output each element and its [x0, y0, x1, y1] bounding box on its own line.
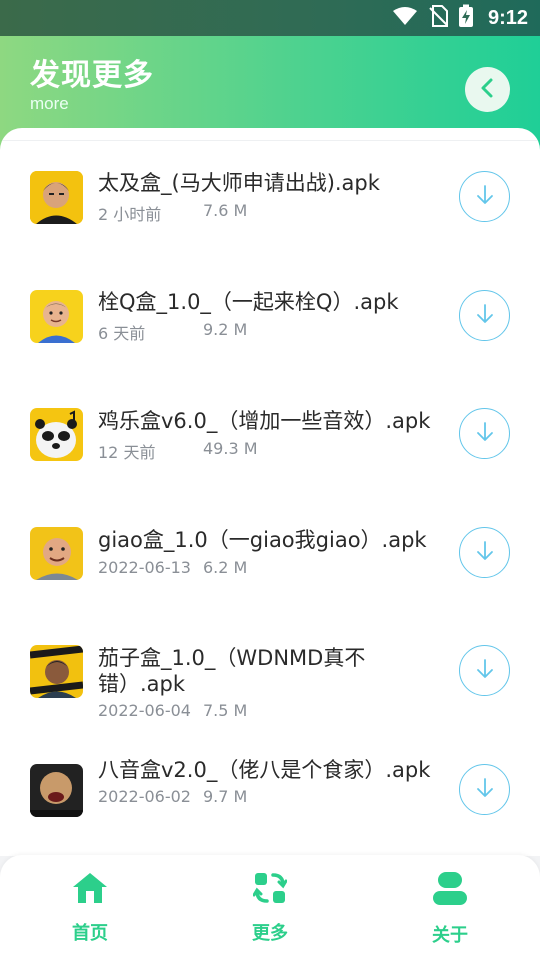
refresh-icon — [252, 871, 288, 909]
battery-charging-icon — [458, 4, 474, 32]
file-size: 49.3 M — [203, 439, 258, 458]
file-meta: 2 小时前 7.6 M — [98, 201, 247, 225]
file-name: 八音盒v2.0_（佬八是个食家）.apk — [98, 758, 431, 782]
file-time: 2022-06-02 — [98, 787, 191, 806]
nav-home-label: 首页 — [72, 923, 108, 944]
file-name: 栓Q盒_1.0_（一起来栓Q）.apk — [98, 290, 399, 314]
no-sim-icon — [428, 5, 448, 31]
file-time: 2022-06-13 — [98, 558, 191, 577]
list-item[interactable]: 八音盒v2.0_（佬八是个食家）.apk 2022-06-02 9.7 M — [0, 758, 540, 856]
app-thumbnail — [30, 171, 83, 224]
file-time: 6 天前 — [98, 324, 146, 343]
file-meta: 12 天前 49.3 M — [98, 439, 258, 463]
file-list: 太及盒_(马大师申请出战).apk 2 小时前 7.6 M 栓Q盒_1.0_（一… — [0, 128, 540, 856]
download-button[interactable] — [459, 408, 510, 459]
bottom-navigation: 首页 更多 关于 — [0, 855, 540, 960]
arrow-down-icon — [473, 657, 497, 685]
file-name: 鸡乐盒v6.0_（增加一些音效）.apk — [98, 409, 431, 433]
list-item[interactable]: 栓Q盒_1.0_（一起来栓Q）.apk 6 天前 9.2 M — [0, 287, 540, 387]
arrow-down-icon — [473, 302, 497, 330]
file-name: 茄子盒_1.0_（WDNMD真不错）.apk — [98, 646, 366, 696]
nav-home[interactable]: 首页 — [30, 871, 150, 951]
list-item[interactable]: 茄子盒_1.0_（WDNMD真不错）.apk 2022-06-04 7.5 M — [0, 643, 540, 753]
app-thumbnail — [30, 645, 83, 698]
download-button[interactable] — [459, 527, 510, 578]
download-button[interactable] — [459, 290, 510, 341]
file-meta: 2022-06-02 9.7 M — [98, 787, 247, 806]
file-size: 6.2 M — [203, 558, 248, 577]
app-thumbnail — [30, 408, 83, 461]
nav-more[interactable]: 更多 — [210, 871, 330, 951]
status-bar: 9:12 — [0, 0, 540, 36]
list-item[interactable]: 太及盒_(马大师申请出战).apk 2 小时前 7.6 M — [0, 168, 540, 268]
arrow-down-icon — [473, 776, 497, 804]
nav-more-label: 更多 — [252, 923, 288, 944]
file-meta: 2022-06-13 6.2 M — [98, 558, 247, 577]
nav-about-label: 关于 — [432, 925, 468, 946]
home-icon — [71, 871, 109, 909]
download-button[interactable] — [459, 764, 510, 815]
status-time: 9:12 — [487, 6, 528, 29]
file-name: giao盒_1.0（一giao我giao）.apk — [98, 528, 427, 552]
app-thumbnail — [30, 290, 83, 343]
list-item[interactable]: 鸡乐盒v6.0_（增加一些音效）.apk 12 天前 49.3 M — [0, 406, 540, 506]
app-thumbnail — [30, 527, 83, 580]
wifi-icon — [392, 6, 418, 30]
file-size: 9.7 M — [203, 787, 248, 806]
app-thumbnail — [30, 764, 83, 817]
arrow-down-icon — [473, 420, 497, 448]
back-button[interactable] — [465, 67, 510, 112]
list-item[interactable]: giao盒_1.0（一giao我giao）.apk 2022-06-13 6.2… — [0, 525, 540, 625]
file-time: 2 小时前 — [98, 205, 162, 224]
arrow-down-icon — [473, 539, 497, 567]
page-subtitle: more — [30, 94, 69, 113]
file-size: 9.2 M — [203, 320, 248, 339]
file-meta: 2022-06-04 7.5 M — [98, 701, 247, 720]
page-title: 发现更多 — [30, 58, 154, 93]
download-button[interactable] — [459, 645, 510, 696]
chevron-left-icon — [477, 77, 499, 103]
user-icon — [431, 871, 469, 911]
download-button[interactable] — [459, 171, 510, 222]
file-meta: 6 天前 9.2 M — [98, 320, 247, 344]
file-time: 12 天前 — [98, 443, 156, 462]
file-size: 7.6 M — [203, 201, 248, 220]
file-size: 7.5 M — [203, 701, 248, 720]
divider — [0, 140, 540, 141]
nav-about[interactable]: 关于 — [390, 871, 510, 951]
file-name: 太及盒_(马大师申请出战).apk — [98, 171, 380, 195]
arrow-down-icon — [473, 183, 497, 211]
file-time: 2022-06-04 — [98, 701, 191, 720]
